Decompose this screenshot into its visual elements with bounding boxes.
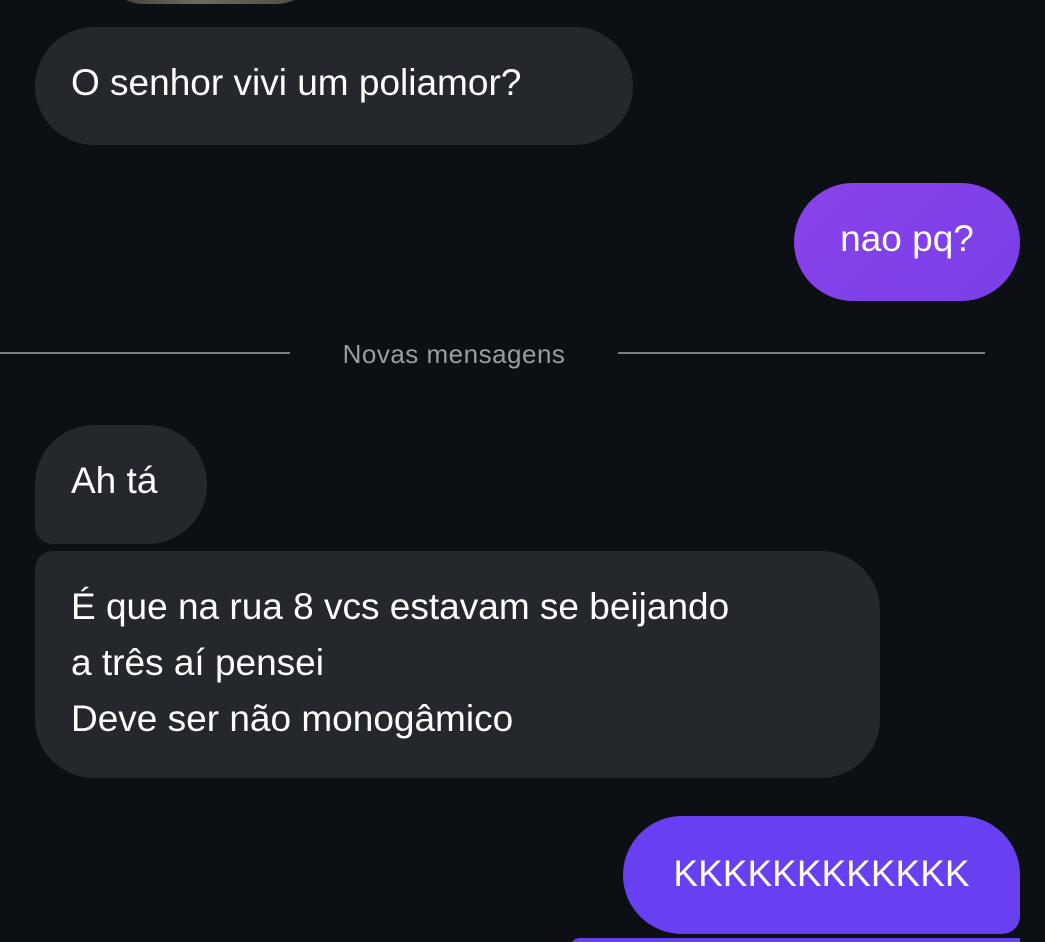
new-messages-divider-label: Novas mensagens bbox=[342, 339, 566, 369]
shared-image-preview[interactable] bbox=[100, 0, 320, 4]
sent-message-bubble[interactable]: nao pq? bbox=[794, 183, 1020, 301]
received-message-bubble[interactable]: O senhor vivi um poliamor? bbox=[35, 27, 633, 145]
sent-message-bubble-partial[interactable] bbox=[570, 938, 1020, 942]
divider-line-left bbox=[0, 352, 290, 354]
chat-thread: O senhor vivi um poliamor? nao pq? Novas… bbox=[0, 0, 1045, 942]
received-message-bubble[interactable]: Ah tá bbox=[35, 425, 207, 544]
sent-message-bubble[interactable]: KKKKKKKKKKKK bbox=[623, 816, 1020, 934]
received-message-bubble[interactable]: É que na rua 8 vcs estavam se beijando a… bbox=[35, 551, 880, 778]
divider-line-right bbox=[618, 352, 985, 354]
